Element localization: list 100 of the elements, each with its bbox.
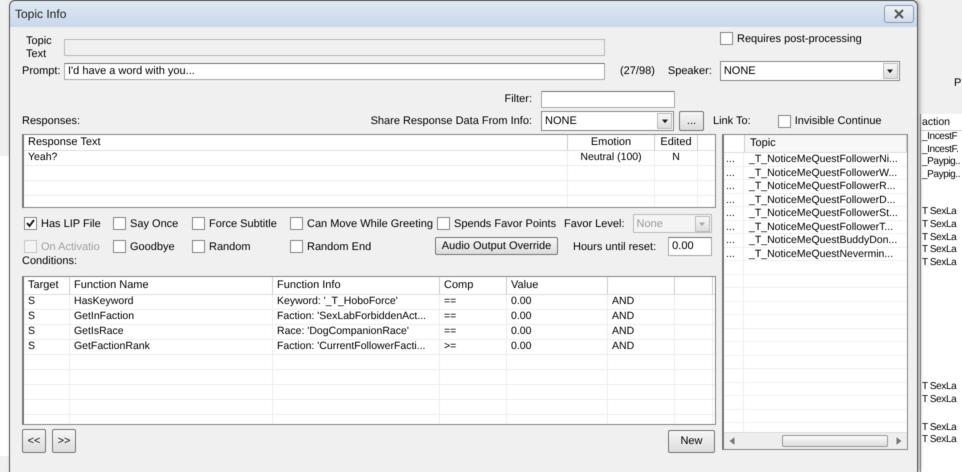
- table-cell: Keyword: '_T_HoboForce': [273, 295, 440, 309]
- column-header[interactable]: action: [921, 114, 962, 131]
- table-cell: 0.00: [507, 325, 608, 339]
- checkbox[interactable]: [113, 240, 126, 253]
- table-cell: AND: [608, 340, 675, 354]
- table-cell-text: _IncestF: [921, 131, 958, 144]
- scrollbar[interactable]: [724, 432, 907, 449]
- text-field[interactable]: I'd have a word with you...: [64, 62, 605, 80]
- table-cell-text: T SexLa: [921, 256, 958, 270]
- table-cell: AND: [608, 310, 675, 324]
- topic-item[interactable]: _T_NoticeMeQuestFollowerNi...: [744, 153, 907, 166]
- topic-item[interactable]: _T_NoticeMeQuestNevermin...: [744, 248, 907, 260]
- checkbox-label: Random End: [307, 240, 372, 252]
- table-cell-text: _Paypig..: [921, 168, 962, 182]
- scroll-left-icon[interactable]: [727, 436, 737, 446]
- table-cell: S: [24, 295, 70, 309]
- checkbox-label: Force Subtitle: [209, 218, 277, 230]
- checkbox[interactable]: [192, 240, 205, 253]
- dropdown-icon[interactable]: [882, 63, 898, 79]
- field-label: Link To:: [713, 115, 751, 127]
- table-cell: Race: 'DogCompanionRace': [273, 325, 440, 339]
- checkbox[interactable]: [290, 240, 303, 253]
- table-cell-text: T SexLa: [921, 394, 958, 407]
- table-cell: ==: [440, 295, 507, 309]
- checkbox-label: Say Once: [130, 218, 178, 230]
- column-header[interactable]: Function Info: [273, 277, 440, 294]
- column-header[interactable]: Function Name: [70, 277, 273, 294]
- scroll-right-icon[interactable]: [894, 436, 904, 446]
- checkbox-label: Invisible Continue: [794, 115, 882, 127]
- scrollbar-thumb[interactable]: [782, 435, 888, 447]
- table-cell-text: T SexLa: [921, 381, 958, 394]
- column-header[interactable]: Value: [507, 277, 608, 294]
- topic-item[interactable]: _T_NoticeMeQuestFollowerSt...: [744, 207, 907, 220]
- topic-item[interactable]: _T_NoticeMeQuestBuddyDon...: [744, 234, 907, 246]
- table-cell-text: T SexLa: [921, 232, 958, 244]
- filter-field[interactable]: [541, 90, 675, 108]
- table-cell: ==: [440, 310, 507, 324]
- table-cell-text: T SexLa: [921, 206, 958, 219]
- table-cell: GetInFaction: [70, 310, 273, 324]
- column-header[interactable]: Comp: [440, 277, 507, 294]
- table-cell: ==: [440, 325, 507, 339]
- checkbox-label: On Activatio: [41, 240, 100, 252]
- browse-button[interactable]: ...: [679, 111, 704, 131]
- checkbox-label: Can Move While Greeting: [307, 218, 433, 230]
- checkbox[interactable]: [113, 217, 126, 230]
- field-label: Share Response Data From Info:: [370, 115, 533, 127]
- checkbox[interactable]: [24, 217, 37, 230]
- topic-item[interactable]: _T_NoticeMeQuestFollowerR...: [744, 180, 907, 192]
- section-label: Conditions:: [22, 255, 78, 269]
- table-cell: AND: [608, 295, 675, 309]
- checkbox[interactable]: [290, 217, 303, 230]
- column-header[interactable]: Response Text: [24, 135, 568, 150]
- section-label: Responses:: [22, 115, 82, 127]
- table-cell: Neutral (100): [568, 151, 655, 165]
- header-text: P: [954, 77, 962, 89]
- table-cell: S: [24, 340, 70, 354]
- window-title: Topic Info: [15, 7, 66, 21]
- checkbox[interactable]: [720, 32, 733, 45]
- field-label: Topic Text: [25, 34, 53, 60]
- field-label: Hours until reset:: [573, 240, 656, 252]
- table-cell-text: _IncestF.: [921, 144, 960, 156]
- column-header[interactable]: Emotion: [568, 135, 655, 150]
- checkbox-label: Spends Favor Points: [454, 218, 556, 230]
- topic-item[interactable]: _T_NoticeMeQuestFollowerW...: [744, 166, 907, 179]
- new-button[interactable]: New: [668, 430, 715, 452]
- nav-button[interactable]: >>: [52, 429, 76, 453]
- field-label: Filter:: [504, 93, 533, 105]
- checkbox-label: Random: [209, 240, 251, 252]
- checkbox[interactable]: [437, 217, 450, 230]
- table-cell: GetFactionRank: [70, 340, 273, 354]
- topic-item[interactable]: _T_NoticeMeQuestFollowerD...: [744, 194, 907, 206]
- table-cell-text: _Paypig..: [921, 156, 962, 169]
- column-header[interactable]: Edited: [655, 135, 698, 150]
- close-button[interactable]: [884, 5, 914, 23]
- table-cell-text: T SexLa: [921, 434, 958, 447]
- checkbox[interactable]: [192, 217, 205, 230]
- dropdown-icon[interactable]: [657, 113, 672, 129]
- table-cell: 0.00: [507, 340, 608, 354]
- table-cell: S: [24, 325, 70, 339]
- table-cell: S: [24, 310, 70, 324]
- field-label: Speaker:: [668, 65, 713, 77]
- field-label: Favor Level:: [564, 218, 625, 230]
- table-cell: AND: [608, 325, 675, 339]
- column-header[interactable]: Target: [24, 277, 70, 294]
- topic-item[interactable]: _T_NoticeMeQuestFollowerT...: [744, 220, 907, 233]
- table-cell: HasKeyword: [70, 295, 273, 309]
- checkbox[interactable]: [778, 114, 791, 128]
- table-cell-text: T SexLa: [921, 218, 958, 232]
- audio-output-button[interactable]: Audio Output Override: [435, 237, 558, 255]
- nav-button[interactable]: <<: [22, 429, 46, 453]
- hours-field[interactable]: 0.00: [668, 237, 712, 256]
- table-cell-text: T SexLa: [921, 244, 958, 257]
- table-cell-text: T SexLa: [921, 422, 958, 434]
- share-dropdown[interactable]: NONE: [541, 111, 674, 131]
- speaker-dropdown[interactable]: NONE: [720, 61, 900, 81]
- char-count: (27/98): [620, 65, 655, 77]
- table-cell: Yeah?: [24, 151, 568, 165]
- checkbox-label: Goodbye: [130, 240, 175, 252]
- column-header[interactable]: Topic: [745, 135, 907, 152]
- field-label: Prompt:: [22, 65, 62, 77]
